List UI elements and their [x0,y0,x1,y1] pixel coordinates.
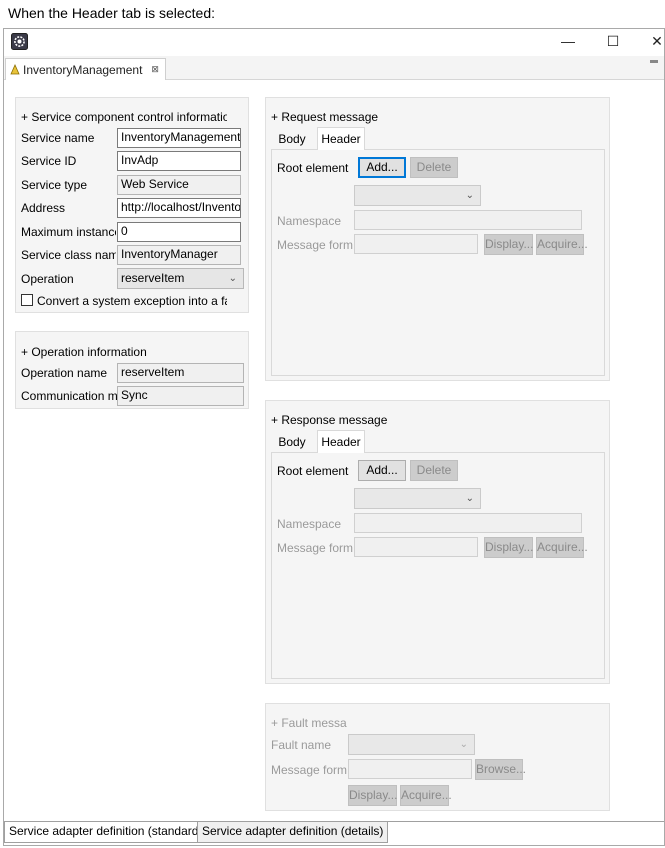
request-namespace-label: Namespace [277,214,342,228]
response-message-form-field [354,537,478,557]
fault-name-select: ⌄ [348,734,475,755]
operation-label: Operation [21,272,74,286]
operation-name-label: Operation name [21,366,108,380]
communication-field: Sync [117,386,244,406]
editor-tab-inventory[interactable]: InventoryManagement ⊠ [5,58,166,80]
service-name-label: Service name [21,131,95,145]
chevron-down-icon: ⌄ [465,493,474,504]
tab-adapter-details[interactable]: Service adapter definition (details) [197,822,389,843]
close-button[interactable]: ✕ [649,33,665,50]
operation-info-heading[interactable]: + Operation information [21,345,221,359]
fault-message-form-label: Message form [271,763,347,777]
chevron-down-icon: ⌄ [228,273,237,284]
response-namespace-field [354,513,582,533]
request-tab-body [271,149,605,376]
tab-adapter-standard[interactable]: Service adapter definition (standard) [4,822,208,843]
tab-request-header[interactable]: Header [317,127,365,150]
minimize-button[interactable]: — [560,33,576,49]
max-instance-field[interactable]: 0 [117,222,241,242]
max-instance-label: Maximum instance [21,225,116,239]
fault-acquire-button: Acquire... [400,785,452,806]
response-root-label: Root element [277,464,349,478]
tab-response-body[interactable]: Body [272,431,312,453]
service-type-field: Web Service [117,175,241,195]
operation-name-field: reserveItem [117,363,244,383]
request-root-select: ⌄ [354,185,481,206]
fault-message-heading: + Fault messag [271,716,347,730]
response-namespace-label: Namespace [277,517,342,531]
operation-select[interactable]: reserveItem ⌄ [117,268,244,289]
address-label: Address [21,201,66,215]
fault-browse-button: Browse... [475,759,526,780]
response-message-form-label: Message form [277,541,353,555]
response-message-heading[interactable]: + Response message [271,413,421,427]
convert-exception-label: Convert a system exception into a fau [37,294,227,308]
request-message-form-field [354,234,478,254]
service-type-label: Service type [21,178,88,192]
page-caption: When the Header tab is selected: [8,5,216,21]
service-class-label: Service class name [21,248,116,262]
fault-display-button: Display... [348,785,397,806]
fault-name-label: Fault name [271,738,332,752]
service-id-field[interactable]: InvAdp [117,151,241,171]
tab-request-body[interactable]: Body [272,128,312,150]
address-field[interactable]: http://localhost/Invento [117,198,241,218]
response-root-select: ⌄ [354,488,481,509]
request-namespace-field [354,210,582,230]
request-acquire-button: Acquire... [536,234,588,255]
view-minimize-icon[interactable] [650,60,658,63]
response-delete-button: Delete [410,460,458,481]
service-component-heading[interactable]: + Service component control informatio [21,110,227,124]
response-tab-body [271,452,605,679]
request-message-form-label: Message form [277,238,353,252]
chevron-down-icon: ⌄ [465,190,474,201]
service-id-label: Service ID [21,154,77,168]
fault-message-form-field [348,759,472,779]
chevron-down-icon: ⌄ [459,739,468,750]
service-name-field[interactable]: InventoryManagement [117,128,241,148]
request-delete-button: Delete [410,157,458,178]
editor-tab-label: InventoryManagement [23,62,143,77]
convert-exception-checkbox[interactable] [21,294,33,306]
gear-app-icon [11,33,28,50]
service-class-field: InventoryManager [117,245,241,265]
file-icon [10,64,20,75]
tab-response-header[interactable]: Header [317,430,365,453]
request-display-button: Display... [484,234,533,255]
operation-select-value: reserveItem [121,271,185,285]
maximize-button[interactable]: ☐ [605,33,621,50]
response-acquire-button: Acquire... [536,537,588,558]
tab-close-icon[interactable]: ⊠ [151,64,159,75]
request-message-heading[interactable]: + Request message [271,110,421,124]
communication-label: Communication m [21,389,117,403]
response-display-button: Display... [484,537,533,558]
response-add-button[interactable]: Add... [358,460,406,481]
request-root-label: Root element [277,161,349,175]
request-add-button[interactable]: Add... [358,157,406,178]
